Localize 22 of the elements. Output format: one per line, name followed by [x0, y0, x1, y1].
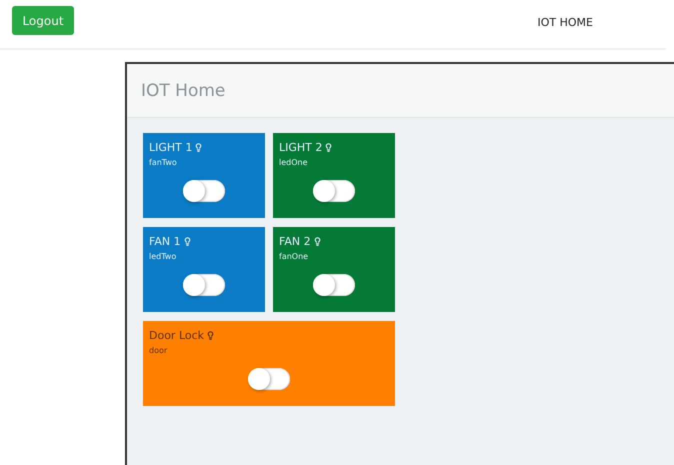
bulb-icon: [182, 237, 192, 246]
device-name: LIGHT 1: [149, 141, 192, 154]
toggle-switch[interactable]: [248, 368, 290, 390]
device-id: fanTwo: [149, 158, 178, 167]
toggle-switch[interactable]: [183, 274, 225, 296]
toggle-switch[interactable]: [313, 180, 355, 202]
device-name: FAN 1: [149, 235, 181, 248]
bulb-icon: [312, 237, 322, 246]
device-name: Door Lock: [149, 329, 204, 342]
toggle-switch[interactable]: [183, 180, 225, 202]
device-id: door: [149, 346, 168, 355]
device-name: FAN 2: [279, 235, 311, 248]
device-id: fanOne: [279, 252, 310, 261]
bulb-icon: [324, 143, 334, 152]
device-id: ledOne: [279, 158, 309, 167]
bulb-icon: [194, 143, 204, 152]
bulb-icon: [206, 331, 216, 340]
panel-title: IOT Home: [141, 80, 226, 100]
device-id: ledTwo: [149, 252, 178, 261]
toggle-switch[interactable]: [313, 274, 355, 296]
device-name: LIGHT 2: [279, 141, 322, 154]
brand-link[interactable]: IOT HOME: [538, 16, 593, 29]
